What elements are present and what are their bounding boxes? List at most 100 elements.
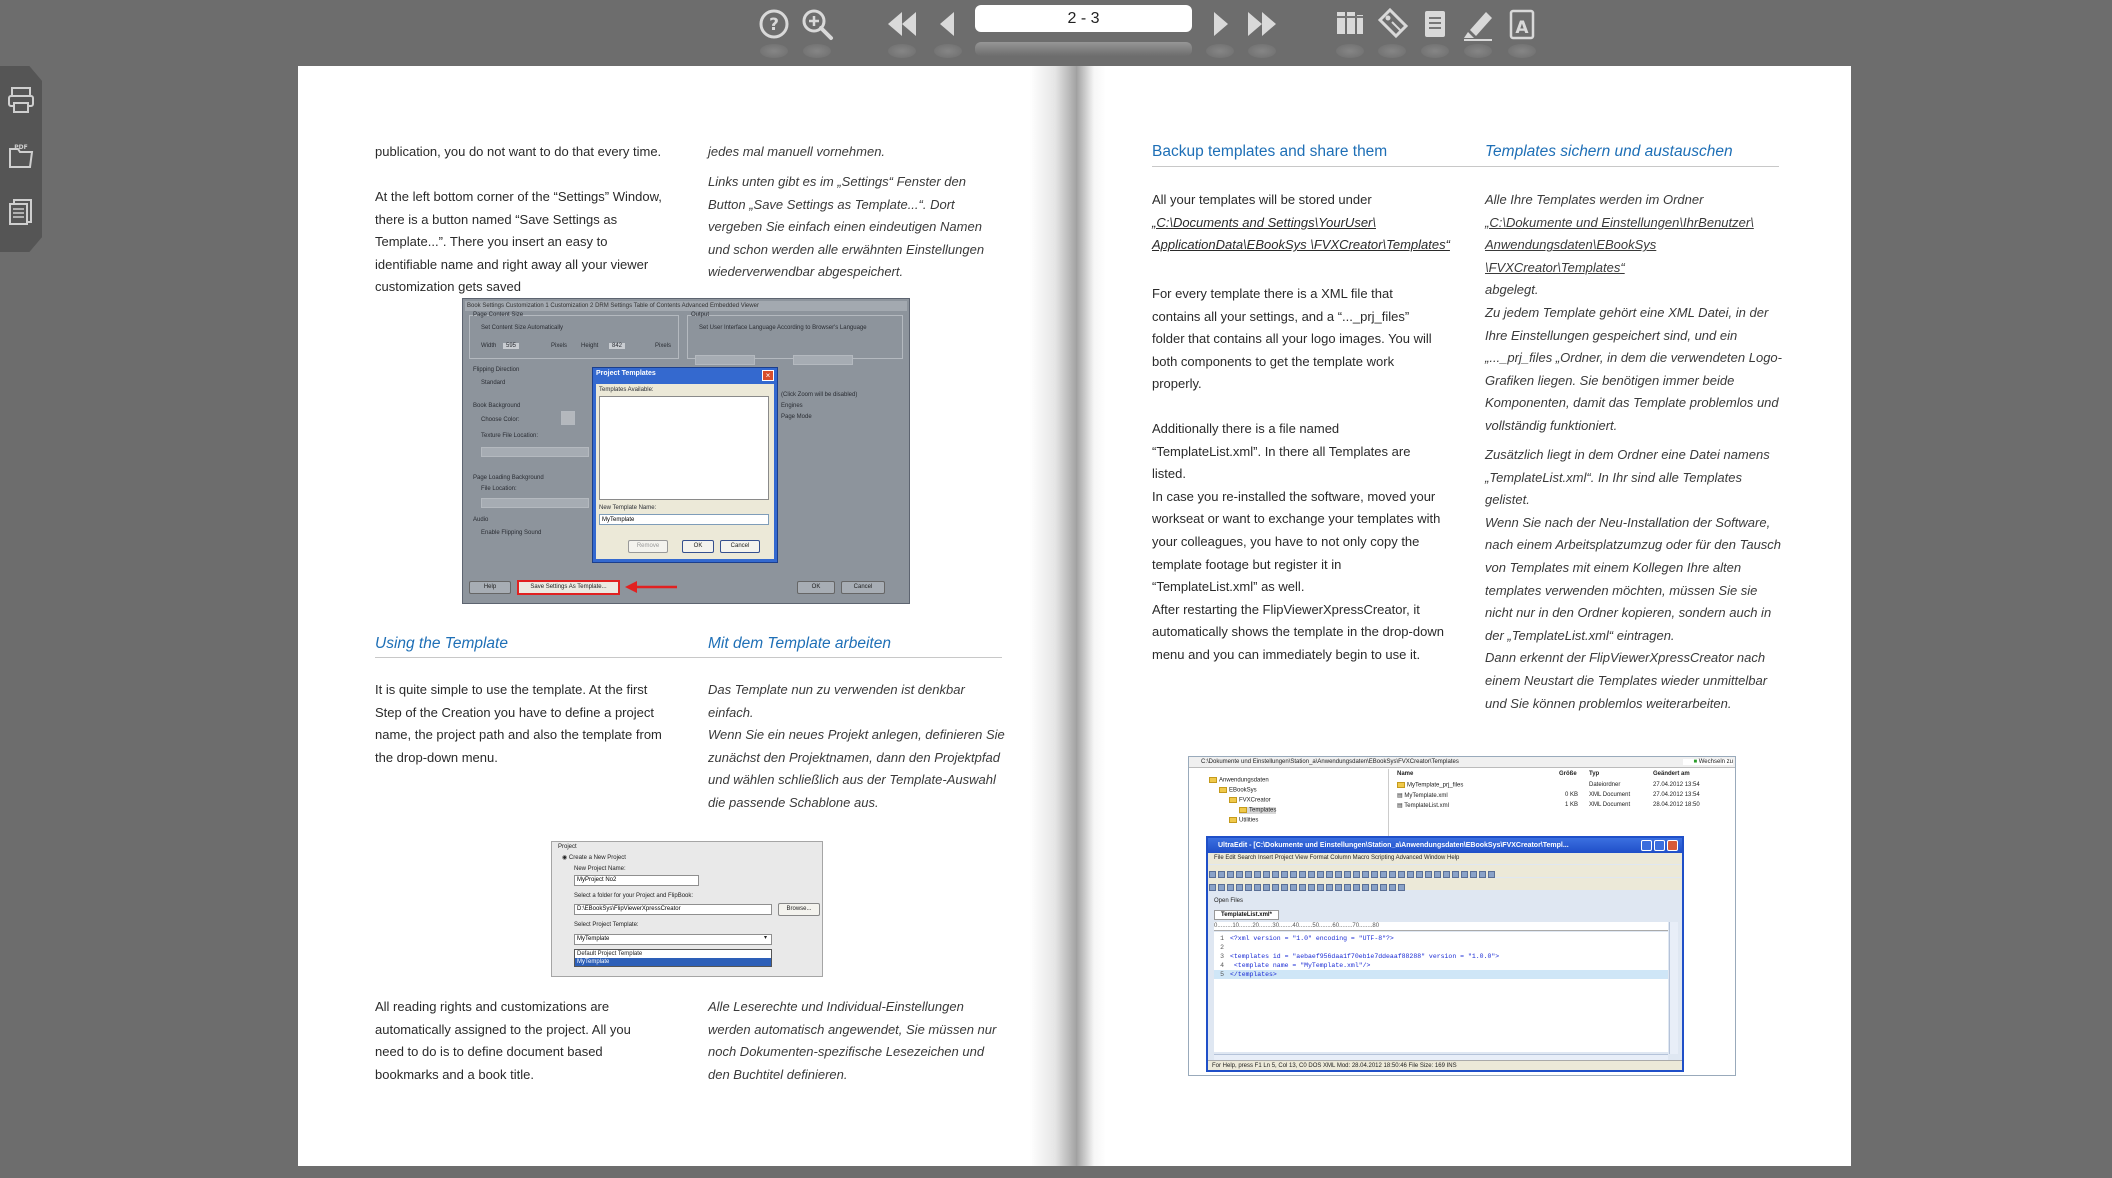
heading-mit-template-arbeiten: Mit dem Template arbeiten bbox=[708, 635, 891, 652]
cancel-button[interactable]: Cancel bbox=[841, 581, 885, 594]
notes-icon[interactable] bbox=[1415, 4, 1455, 58]
folder-input[interactable]: D:\EBookSys\FlipViewerXpressCreator bbox=[574, 904, 772, 915]
line-number: 3 bbox=[1220, 953, 1224, 960]
editor-vertical-scrollbar[interactable] bbox=[1669, 922, 1678, 1054]
file-location-input bbox=[481, 498, 589, 508]
file-size: 0 KB bbox=[1565, 792, 1579, 798]
close-icon[interactable] bbox=[1667, 840, 1678, 851]
heading-backup-templates: Backup templates and share them bbox=[1152, 143, 1388, 160]
tree-item-label: Templates bbox=[1249, 807, 1277, 814]
template-select[interactable]: MyTemplate bbox=[574, 934, 772, 945]
project-name-input[interactable]: MyProject No2 bbox=[574, 875, 699, 886]
tab-templatelist[interactable]: TemplateList.xml* bbox=[1214, 910, 1279, 920]
save-settings-as-template-button[interactable]: Save Settings As Template... bbox=[517, 580, 620, 595]
chevron-down-icon: ▾ bbox=[764, 935, 768, 941]
file-date: 27.04.2012 13:54 bbox=[1653, 782, 1700, 788]
first-page-icon[interactable] bbox=[882, 4, 922, 58]
maximize-icon[interactable] bbox=[1654, 840, 1665, 851]
last-page-icon[interactable] bbox=[1242, 4, 1282, 58]
audio-label: Audio bbox=[473, 517, 489, 523]
tree-item-label: Utilities bbox=[1239, 817, 1259, 824]
line-number: 1 bbox=[1220, 935, 1224, 942]
new-template-name-input[interactable]: MyTemplate bbox=[599, 514, 769, 525]
file-type: Dateiordner bbox=[1589, 782, 1621, 788]
folder-icon bbox=[1239, 807, 1247, 813]
dialog-ok-button[interactable]: OK bbox=[682, 540, 714, 553]
color-swatch bbox=[561, 411, 575, 425]
remove-button[interactable]: Remove bbox=[628, 540, 668, 553]
file-name: TemplateList.xml bbox=[1404, 803, 1449, 809]
tree-item: Utilities bbox=[1229, 817, 1258, 824]
explorer-tree: Anwendungsdaten EBookSys FVXCreator Temp… bbox=[1189, 769, 1389, 845]
height-value: 842 bbox=[609, 343, 626, 349]
right-en-p1-path: „C:\Documents and Settings\YourUser\ App… bbox=[1152, 214, 1450, 253]
left-de-paragraph-2: Links unten gibt es im „Settings“ Fenste… bbox=[708, 174, 985, 280]
project-screenshot: Project ◉ Create a New Project New Proje… bbox=[551, 841, 823, 977]
help-icon[interactable]: ? bbox=[754, 4, 794, 58]
width-value: 595 bbox=[503, 343, 520, 349]
code-line: 3 <templates id = "aebaef956daa1f70eb1e7d… bbox=[1214, 952, 1499, 961]
folder-icon bbox=[1229, 817, 1237, 823]
page-input-reflection bbox=[975, 42, 1192, 56]
right-de-p1-intro: Alle Ihre Templates werden im Ordner bbox=[1485, 192, 1704, 207]
zoom-icon[interactable] bbox=[797, 4, 837, 58]
highlighter-icon[interactable] bbox=[1458, 4, 1498, 58]
right-en-paragraph-2: For every template there is a XML file t… bbox=[1152, 286, 1432, 392]
left-en-paragraph-3: It is quite simple to use the template. … bbox=[375, 682, 662, 765]
left-de-paragraph-4: Alle Leserechte und Individual-Einstellu… bbox=[708, 999, 997, 1082]
file-type: XML Document bbox=[1589, 792, 1631, 798]
line-number: 5 bbox=[1220, 971, 1224, 978]
text-search-icon[interactable]: A bbox=[1502, 4, 1542, 58]
settings-tabs: Book Settings Customization 1 Customizat… bbox=[465, 301, 907, 311]
go-label: Wechseln zu bbox=[1698, 759, 1733, 765]
ok-button[interactable]: OK bbox=[797, 581, 835, 594]
heading-rule-right bbox=[1152, 166, 1779, 167]
file-row: MyTemplate_prj_files bbox=[1397, 782, 1463, 789]
ultraedit-title: UltraEdit - [C:\Dokumente und Einstellun… bbox=[1208, 838, 1682, 853]
pdf-download-icon[interactable]: PDF bbox=[4, 136, 38, 176]
help-button[interactable]: Help bbox=[469, 581, 511, 594]
heading-using-template: Using the Template bbox=[375, 635, 508, 652]
texture-file-input bbox=[481, 447, 589, 457]
file-size: 1 KB bbox=[1565, 802, 1579, 808]
folder-icon bbox=[1209, 777, 1217, 783]
file-row: ▤ MyTemplate.xml bbox=[1397, 793, 1448, 799]
template-option-default[interactable]: Default Project Template bbox=[575, 950, 771, 958]
set-user-lang-label: Set User Interface Language According to… bbox=[699, 325, 867, 331]
print-icon[interactable] bbox=[4, 80, 38, 120]
code-editor[interactable]: 1 <?xml version = "1.0" encoding = "UTF-8… bbox=[1214, 932, 1668, 1052]
template-dropdown-list[interactable]: Default Project Template MyTemplate bbox=[574, 949, 772, 967]
file-date: 28.04.2012 18:50 bbox=[1653, 802, 1700, 808]
template-option-mytemplate[interactable]: MyTemplate bbox=[575, 958, 771, 966]
page-content-size-label: Page Content Size bbox=[473, 312, 524, 318]
choose-color-label: Choose Color: bbox=[481, 417, 520, 423]
thumbnails-icon[interactable] bbox=[4, 192, 38, 232]
browse-button[interactable]: Browse... bbox=[778, 903, 820, 916]
left-de-paragraph-1: jedes mal manuell vornehmen. bbox=[708, 144, 886, 159]
tree-item: EBookSys bbox=[1219, 787, 1257, 794]
bookmarks-icon[interactable] bbox=[1372, 4, 1412, 58]
templates-available-label: Templates Available: bbox=[599, 387, 654, 393]
right-de-p1-path: „C:\Dokumente und Einstellungen\IhrBenut… bbox=[1485, 214, 1754, 275]
previous-page-icon[interactable] bbox=[928, 4, 968, 58]
page-number-input[interactable] bbox=[975, 5, 1192, 32]
dialog-close-icon[interactable]: × bbox=[762, 370, 774, 381]
next-page-icon[interactable] bbox=[1200, 4, 1240, 58]
heading-templates-sichern: Templates sichern und austauschen bbox=[1485, 143, 1733, 160]
create-new-project-label: Create a New Project bbox=[568, 855, 626, 861]
templates-list[interactable] bbox=[599, 396, 769, 500]
code-line: 2 bbox=[1214, 943, 1230, 952]
set-content-size-label: Set Content Size Automatically bbox=[481, 325, 564, 331]
ultraedit-menu: File Edit Search Insert Project View For… bbox=[1208, 853, 1682, 864]
language-select bbox=[695, 355, 755, 365]
minimize-icon[interactable] bbox=[1641, 840, 1652, 851]
dialog-cancel-button[interactable]: Cancel bbox=[720, 540, 760, 553]
file-type: XML Document bbox=[1589, 802, 1631, 808]
go-button: ■ Wechseln zu bbox=[1683, 759, 1733, 765]
select-template-label: Select Project Template: bbox=[574, 922, 639, 928]
table-of-contents-icon[interactable] bbox=[1330, 4, 1370, 58]
right-de-p1-end: abgelegt. Zu jedem Template gehört eine … bbox=[1485, 282, 1782, 433]
output-group bbox=[687, 315, 903, 359]
book-gutter-shadow bbox=[1030, 66, 1076, 1166]
left-en-paragraph-1: publication, you do not want to do that … bbox=[375, 144, 662, 159]
